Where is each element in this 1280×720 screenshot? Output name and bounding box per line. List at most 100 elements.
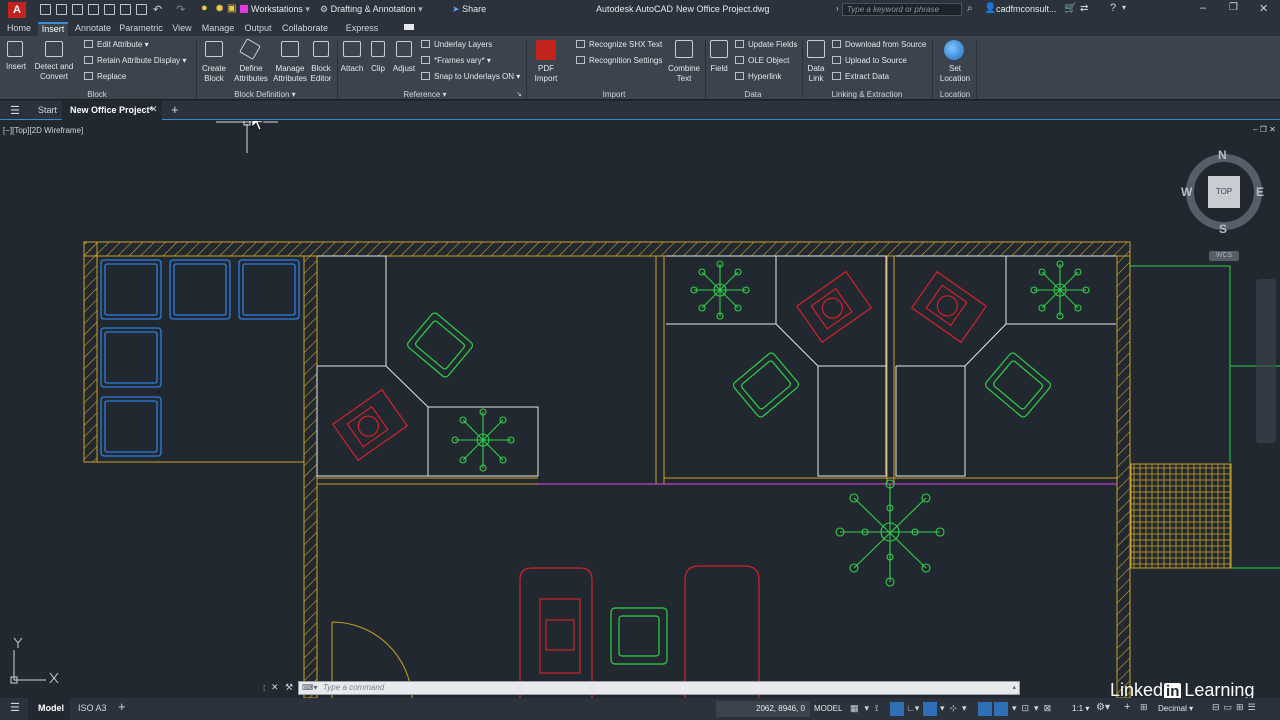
compass-west[interactable]: W [1181,185,1192,199]
add-icon[interactable]: + [1124,701,1130,713]
download-source-button[interactable]: Download from Source [832,40,926,50]
tab-insert[interactable]: Insert [38,22,68,36]
selection-toggles[interactable]: ▾⊡▾⊠ [1012,703,1056,714]
adjust-icon[interactable] [396,41,412,57]
pdf-import-button[interactable]: PDF [528,64,564,74]
command-line[interactable]: ⌨▾ Type a command ▴ [298,681,1020,695]
restore-icon[interactable]: ❐ [1229,2,1238,13]
attach-icon[interactable] [343,41,361,57]
cart-icon[interactable]: 🛒 [1064,3,1076,14]
clip-button[interactable]: Clip [366,64,390,74]
reference-settings-icon[interactable]: ↘ [516,90,522,98]
globe-icon[interactable] [944,40,964,60]
navigation-bar[interactable] [1256,279,1276,443]
lock-icon[interactable]: ▣ [227,3,236,14]
polar-toggle[interactable]: ∟▾ [906,703,919,714]
help-dropdown-icon[interactable]: ▾ [1122,3,1126,12]
isodraft-toggle[interactable] [923,702,937,716]
ribbon-toggle-icon[interactable] [404,24,414,30]
block-editor-label[interactable]: Editor [308,74,334,84]
replace-button[interactable]: Replace [84,72,126,82]
panel-label-reference[interactable]: Reference ▾ [395,90,455,99]
pdf-import-icon[interactable] [536,40,556,60]
chevron-right-icon[interactable]: › [836,4,839,13]
lightbulb-icon[interactable]: ● [201,2,208,14]
tab-collaborate[interactable]: Collaborate [280,22,330,36]
ortho-toggle[interactable] [890,702,904,716]
hyperlink-button[interactable]: Hyperlink [735,72,781,82]
plot-icon[interactable] [136,4,147,15]
command-input[interactable]: Type a command [323,683,384,692]
underlay-layers-button[interactable]: Underlay Layers [421,40,492,50]
application-menu-button[interactable]: A [8,2,26,18]
detect-convert-icon[interactable] [45,41,63,57]
compass-north[interactable]: N [1218,148,1227,162]
tab-annotate[interactable]: Annotate [73,22,113,36]
help-icon[interactable]: ? [1110,2,1116,14]
combine-text-label[interactable]: Text [666,74,702,84]
tab-start[interactable]: Start [38,105,57,115]
manage-attributes-icon[interactable] [281,41,299,57]
search-icon[interactable]: ⌕ [967,3,973,14]
panel-label-block-definition[interactable]: Block Definition ▾ [220,90,310,99]
snap-underlays-dropdown[interactable]: Snap to Underlays ON ▾ [421,72,520,82]
save-web-icon[interactable] [120,4,131,15]
field-button[interactable]: Field [706,64,732,74]
insert-block-icon[interactable] [7,41,23,57]
units-dropdown[interactable]: Decimal ▾ [1158,704,1193,713]
edit-attribute-button[interactable]: Edit Attribute ▾ [84,40,149,50]
osnap-toggles[interactable]: ▾⊹▾ [940,703,972,714]
command-history-icon[interactable]: ▴ [1012,683,1016,691]
wcs-menu[interactable]: WCS [1209,251,1239,261]
tab-view[interactable]: View [169,22,195,36]
layer-dropdown[interactable]: Workstations ▾ [240,2,316,17]
close-icon[interactable]: ✕ [1259,2,1268,15]
data-link-label[interactable]: Link [803,74,829,84]
command-grip-icon[interactable]: ⁞ [263,684,265,693]
compass-south[interactable]: S [1219,222,1227,236]
insert-button[interactable]: Insert [2,62,30,72]
data-link-icon[interactable] [807,40,825,58]
search-input[interactable]: Type a keyword or phrase [842,3,962,16]
field-icon[interactable] [710,40,728,58]
share-button[interactable]: ➤ Share [452,2,492,17]
update-fields-button[interactable]: Update Fields [735,40,797,50]
undo-icon[interactable]: ↶ [153,3,162,16]
tab-parametric[interactable]: Parametric [117,22,165,36]
recognition-settings-button[interactable]: Recognition Settings [576,56,662,66]
retain-attribute-display-button[interactable]: Retain Attribute Display ▾ [84,56,186,66]
tab-model[interactable]: Model [28,698,70,720]
gear-icon[interactable]: ⚙▾ [1096,702,1110,713]
block-editor-icon[interactable] [313,41,329,57]
tab-express-tools[interactable]: Express Tools [335,22,389,45]
redo-icon[interactable]: ↷ [176,3,185,16]
compass-east[interactable]: E [1256,185,1264,199]
open-file-icon[interactable] [56,4,67,15]
adjust-button[interactable]: Adjust [390,64,418,74]
add-layout-icon[interactable]: + [118,699,126,714]
combine-text-button[interactable]: Combine [666,64,702,74]
hamburger-menu-icon[interactable]: ☰ [10,104,20,117]
block-editor-button[interactable]: Block [308,64,334,74]
layout-menu-icon[interactable]: ☰ [10,701,20,714]
pdf-import-label[interactable]: Import [528,74,564,84]
set-location-button[interactable]: Set [936,64,974,74]
user-account[interactable]: cadfmconsult... [996,4,1057,14]
upload-source-button[interactable]: Upload to Source [832,56,907,66]
new-tab-icon[interactable]: + [171,102,179,117]
drafting-toggles[interactable]: ▦▾⟟ [850,703,884,714]
save-icon[interactable] [72,4,83,15]
define-attributes-button[interactable]: Define [232,64,270,74]
ole-object-button[interactable]: OLE Object [735,56,789,66]
combine-text-icon[interactable] [675,40,693,58]
data-link-button[interactable]: Data [803,64,829,74]
convert-label[interactable]: Convert [32,72,76,82]
viewcube-top[interactable]: TOP [1208,176,1240,208]
hardware-accel-icon[interactable]: ⊞ [1140,702,1148,713]
manage-attributes-label[interactable]: Attributes [270,74,310,84]
model-space-toggle[interactable]: MODEL [814,704,842,713]
tab-layout-iso-a3[interactable]: ISO A3 [78,703,107,713]
define-attributes-label[interactable]: Attributes [232,74,270,84]
open-web-icon[interactable] [104,4,115,15]
exchange-icon[interactable]: ⇄ [1080,3,1088,14]
